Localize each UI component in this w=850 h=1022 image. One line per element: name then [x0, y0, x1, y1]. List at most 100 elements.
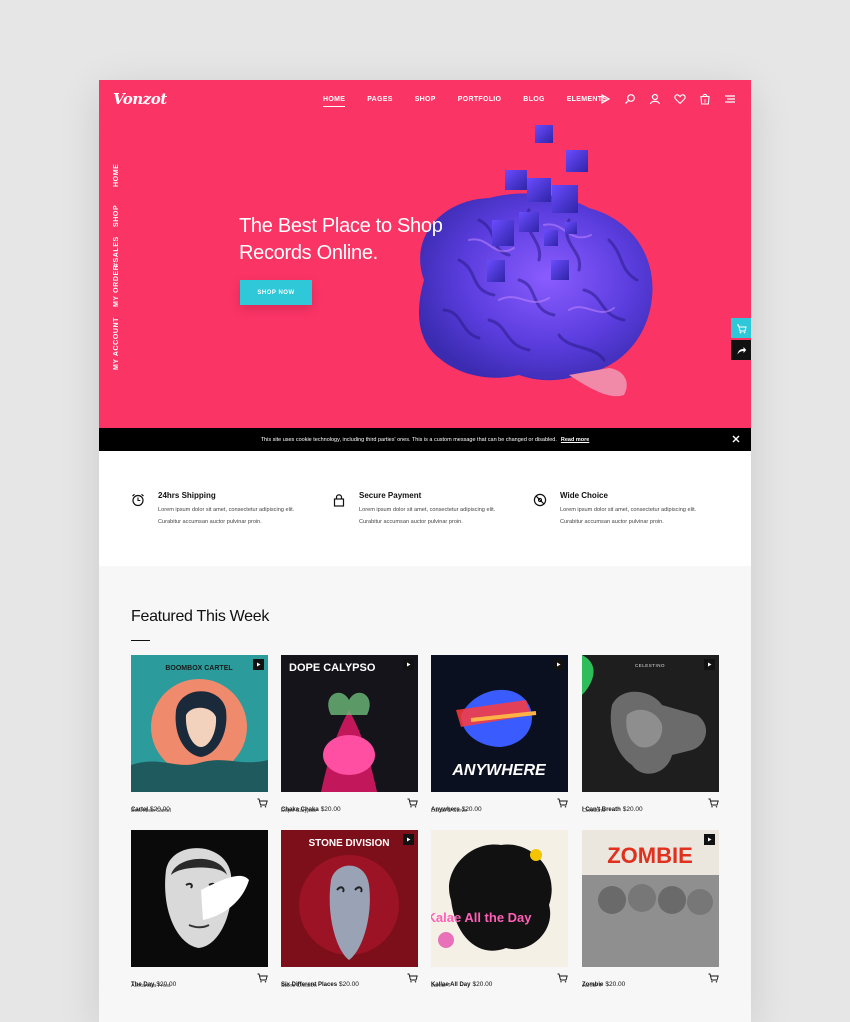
product-info: Anywhere $20.00 Lucas & Steve	[431, 798, 568, 820]
search-icon[interactable]	[624, 93, 636, 105]
cover-text: Kalae All the Day	[431, 910, 532, 925]
product-info: I Can't Breath $20.00 Celestino	[582, 798, 719, 820]
album-cover[interactable]: Kalae All the Day	[431, 830, 568, 967]
hero-section: Vonzot HOME PAGES SHOP PORTFOLIO BLOG EL…	[99, 80, 751, 428]
feature-title: Wide Choice	[560, 491, 608, 500]
cover-text: STONE DIVISION	[309, 838, 390, 849]
nav-item-blog[interactable]: BLOG	[523, 96, 544, 103]
side-share-button[interactable]	[731, 340, 751, 360]
side-nav: HOME SHOP #SALES MY ORDER MY ACCOUNT	[113, 164, 125, 375]
hero-title-line2: Records Online.	[239, 242, 378, 264]
cookie-message: This site uses cookie technology, includ…	[260, 436, 557, 443]
play-button[interactable]	[704, 834, 715, 845]
share-arrow-icon	[737, 346, 746, 354]
play-button[interactable]	[403, 834, 414, 845]
play-icon	[708, 662, 712, 667]
add-to-cart-icon[interactable]	[257, 973, 268, 983]
side-cart-button[interactable]	[731, 318, 751, 338]
side-nav-my-account[interactable]: MY ACCOUNT	[113, 317, 120, 370]
play-icon[interactable]	[599, 93, 611, 105]
product-info: Six Different Places $20.00 Stone Divisio…	[281, 973, 418, 995]
page-frame: Vonzot HOME PAGES SHOP PORTFOLIO BLOG EL…	[99, 80, 751, 1022]
product-artist: Stone Division	[281, 983, 317, 989]
featured-section: Featured This Week BOOMBOX CARTEL Cartel…	[99, 566, 751, 1022]
product-artist: Dope Calypso	[281, 808, 317, 814]
cart-icon	[736, 324, 747, 333]
main-nav: HOME PAGES SHOP PORTFOLIO BLOG ELEMENTS	[323, 96, 629, 107]
user-icon[interactable]	[649, 93, 661, 105]
hero-title-line1: The Best Place to Shop	[239, 215, 443, 237]
site-logo[interactable]: Vonzot	[113, 90, 167, 108]
nav-item-shop[interactable]: SHOP	[415, 96, 436, 103]
heart-icon[interactable]	[674, 93, 686, 105]
lock-icon	[333, 494, 345, 507]
play-button[interactable]	[403, 659, 414, 670]
shop-now-button[interactable]: SHOP NOW	[240, 280, 312, 305]
product-info: Cartel $20.00 Boombox Cartel	[131, 798, 268, 820]
album-cover[interactable]: CELESTINO	[582, 655, 719, 792]
nav-icons: 0	[599, 93, 736, 105]
play-icon	[257, 662, 261, 667]
cover-text: ZOMBIE	[607, 843, 693, 868]
product-price: $20.00	[339, 981, 359, 988]
play-icon	[708, 837, 712, 842]
album-cover[interactable]: ANYWHERE	[431, 655, 568, 792]
product-artist: Boombox Cartel	[131, 808, 172, 814]
feature-description: Lorem ipsum dolor sit amet, consectetur …	[359, 504, 519, 528]
cart-icon[interactable]: 0	[699, 93, 711, 105]
add-to-cart-icon[interactable]	[708, 973, 719, 983]
product-artist: Jamie T	[431, 983, 451, 989]
feature-desc-line1: Lorem ipsum dolor sit amet, consectetur …	[158, 507, 295, 513]
cover-text: DOPE CALYPSO	[289, 662, 376, 674]
play-icon	[407, 837, 411, 842]
album-cover[interactable]: DOPE CALYPSO	[281, 655, 418, 792]
add-to-cart-icon[interactable]	[708, 798, 719, 808]
side-nav-home[interactable]: HOME	[113, 164, 120, 187]
play-icon	[407, 662, 411, 667]
side-nav-sales[interactable]: #SALES	[113, 236, 120, 267]
product-info: Chaka Chaka $20.00 Dope Calypso	[281, 798, 418, 820]
play-button[interactable]	[704, 659, 715, 670]
cover-text: CELESTINO	[635, 663, 665, 668]
add-to-cart-icon[interactable]	[557, 973, 568, 983]
album-cover[interactable]: ZOMBIE	[582, 830, 719, 967]
cover-text: BOOMBOX CARTEL	[165, 665, 233, 672]
close-icon[interactable]	[731, 434, 741, 444]
add-to-cart-icon[interactable]	[407, 798, 418, 808]
nav-item-pages[interactable]: PAGES	[367, 96, 393, 103]
vinyl-record-icon	[533, 493, 547, 507]
feature-title: 24hrs Shipping	[158, 491, 216, 500]
side-nav-my-order[interactable]: MY ORDER	[113, 265, 120, 307]
play-button[interactable]	[553, 659, 564, 670]
feature-wide-choice: Wide Choice Lorem ipsum dolor sit amet, …	[533, 491, 723, 531]
cookie-read-more-link[interactable]: Read more	[561, 437, 589, 443]
menu-icon[interactable]	[724, 93, 736, 105]
feature-description: Lorem ipsum dolor sit amet, consectetur …	[560, 504, 720, 528]
feature-secure-payment: Secure Payment Lorem ipsum dolor sit ame…	[332, 491, 522, 531]
alarm-clock-icon	[132, 493, 144, 507]
product-price: $20.00	[472, 981, 493, 988]
nav-item-home[interactable]: HOME	[323, 96, 346, 107]
product-price: $20.00	[320, 806, 341, 813]
feature-title: Secure Payment	[359, 491, 422, 500]
featured-title: Featured This Week	[131, 608, 270, 625]
product-info: The Day $20.00 Alexandra Frost	[131, 973, 268, 995]
feature-desc-line1: Lorem ipsum dolor sit amet, consectetur …	[359, 507, 496, 513]
side-nav-shop[interactable]: SHOP	[113, 205, 120, 227]
cover-text: ANYWHERE	[451, 762, 547, 779]
album-cover[interactable]: BOOMBOX CARTEL	[131, 655, 268, 792]
product-artist: Alexandra Frost	[131, 983, 171, 989]
album-cover[interactable]: STONE DIVISION	[281, 830, 418, 967]
feature-desc-line2: Curabitur accumsan auctor pulvinar proin…	[560, 519, 664, 525]
nav-item-portfolio[interactable]: PORTFOLIO	[458, 96, 502, 103]
play-button[interactable]	[253, 659, 264, 670]
product-info: Kallae All Day $20.00 Jamie T	[431, 973, 568, 995]
add-to-cart-icon[interactable]	[407, 973, 418, 983]
hero-title: The Best Place to Shop Records Online.	[239, 213, 479, 267]
album-cover[interactable]	[131, 830, 268, 967]
add-to-cart-icon[interactable]	[557, 798, 568, 808]
product-artist: Jamie T	[582, 983, 602, 989]
play-icon	[557, 662, 561, 667]
add-to-cart-icon[interactable]	[257, 798, 268, 808]
feature-desc-line2: Curabitur accumsan auctor pulvinar proin…	[359, 519, 463, 525]
